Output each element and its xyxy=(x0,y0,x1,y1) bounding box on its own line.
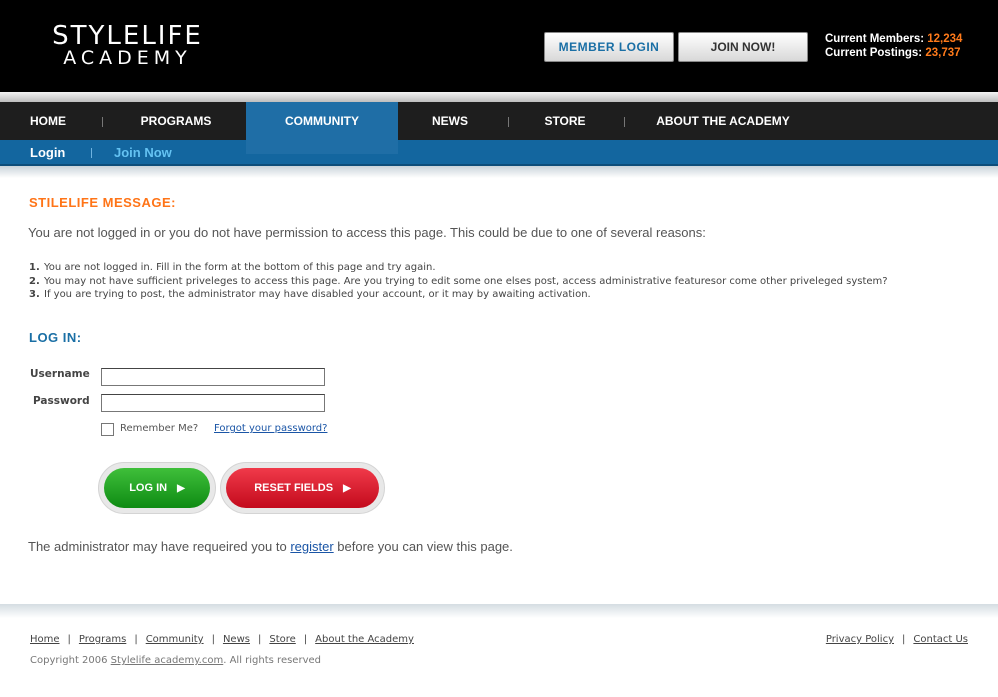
reason-number: 3. xyxy=(29,289,40,300)
arrow-right-icon: ▶ xyxy=(177,483,185,494)
member-login-button[interactable]: MEMBER LOGIN xyxy=(544,32,674,62)
logo-line2: ACADEMY xyxy=(63,47,192,69)
admin-note: The administrator may have requeired you… xyxy=(28,539,513,554)
password-label: Password xyxy=(33,395,90,407)
site-logo[interactable]: STYLELIFE ACADEMY xyxy=(30,21,225,69)
nav-programs[interactable]: PROGRAMS xyxy=(108,102,244,140)
nav-divider xyxy=(508,117,509,127)
login-button-label: LOG IN xyxy=(129,482,168,494)
nav-home[interactable]: HOME xyxy=(0,102,96,140)
join-now-button[interactable]: JOIN NOW! xyxy=(678,32,808,62)
reason-text: If you are trying to post, the administr… xyxy=(44,289,591,300)
reasons-list: 1. You are not logged in. Fill in the for… xyxy=(29,261,888,302)
footer-link-home[interactable]: Home xyxy=(30,634,60,645)
copyright: Copyright 2006 Stylelife academy.com. Al… xyxy=(30,655,321,666)
footer-link-community[interactable]: Community xyxy=(146,634,204,645)
footer-separator: | xyxy=(67,634,71,645)
login-title: LOG IN: xyxy=(29,330,82,345)
members-label: Current Members: xyxy=(825,33,925,45)
admin-note-text-end: before you can view this page. xyxy=(333,539,513,554)
footer-separator: | xyxy=(257,634,262,645)
sub-nav: Login Join Now xyxy=(0,140,998,166)
forgot-password-link[interactable]: Forgot your password? xyxy=(214,423,327,434)
footer-link-news[interactable]: News xyxy=(223,634,250,645)
remember-me-checkbox[interactable] xyxy=(101,423,114,436)
site-stats: Current Members: 12,234 Current Postings… xyxy=(825,32,962,60)
message-title: STILELIFE MESSAGE: xyxy=(29,195,176,210)
nav-community-active-tab[interactable]: COMMUNITY xyxy=(246,102,398,154)
footer-separator: | xyxy=(902,634,906,645)
contact-us-link[interactable]: Contact Us xyxy=(913,634,968,645)
postings-label: Current Postings: xyxy=(825,47,923,59)
footer-link-programs[interactable]: Programs xyxy=(79,634,126,645)
subnav-login[interactable]: Login xyxy=(30,145,65,160)
members-count: 12,234 xyxy=(927,33,963,45)
list-item: 3. If you are trying to post, the adminis… xyxy=(29,288,888,302)
arrow-right-icon: ▶ xyxy=(343,483,351,494)
postings-count: 23,737 xyxy=(925,47,961,59)
login-button-frame: LOG IN ▶ xyxy=(98,462,216,514)
logo-line1: STYLELIFE xyxy=(52,21,203,51)
admin-note-text: The administrator may have requeired you… xyxy=(28,539,291,554)
footer-link-store[interactable]: Store xyxy=(269,634,295,645)
footer-separator: | xyxy=(303,634,308,645)
footer-separator: | xyxy=(211,634,215,645)
copyright-site-link[interactable]: Stylelife academy.com xyxy=(111,655,224,666)
copyright-prefix: Copyright 2006 xyxy=(30,655,111,666)
footer-legal-links: Privacy Policy | Contact Us xyxy=(826,634,968,645)
footer-divider xyxy=(0,604,998,618)
footer-separator: | xyxy=(134,634,138,645)
reason-text: You are not logged in. Fill in the form … xyxy=(44,262,436,273)
subnav-join-now[interactable]: Join Now xyxy=(114,145,172,160)
nav-divider xyxy=(624,117,625,127)
footer-link-about[interactable]: About the Academy xyxy=(315,634,414,645)
privacy-policy-link[interactable]: Privacy Policy xyxy=(826,634,894,645)
nav-store[interactable]: STORE xyxy=(514,102,616,140)
login-button[interactable]: LOG IN ▶ xyxy=(104,468,210,508)
reason-text: You may not have sufficient priveleges t… xyxy=(44,275,888,287)
reset-button-frame: RESET FIELDS ▶ xyxy=(220,462,385,514)
username-input[interactable] xyxy=(101,368,325,386)
list-item: 1. You are not logged in. Fill in the for… xyxy=(29,261,888,275)
reason-number: 2. xyxy=(29,275,40,287)
password-input[interactable] xyxy=(101,394,325,412)
reset-fields-button[interactable]: RESET FIELDS ▶ xyxy=(226,468,379,508)
copyright-suffix: . All rights reserved xyxy=(223,655,321,666)
nav-top-bevel xyxy=(0,92,998,102)
main-nav: HOME PROGRAMS COMMUNITY NEWS STORE ABOUT… xyxy=(0,102,998,154)
reset-button-label: RESET FIELDS xyxy=(254,482,334,494)
footer-nav: Home | Programs | Community | News | Store | About… xyxy=(30,634,414,645)
register-link[interactable]: register xyxy=(290,539,333,554)
remember-me-label: Remember Me? xyxy=(120,423,199,434)
subnav-divider xyxy=(91,148,92,158)
nav-divider xyxy=(102,117,103,127)
message-text: You are not logged in or you do not have… xyxy=(28,225,706,240)
subnav-shadow xyxy=(0,166,998,178)
username-label: Username xyxy=(30,368,90,380)
list-item: 2. You may not have sufficient priveleges… xyxy=(29,275,888,289)
reason-number: 1. xyxy=(29,262,40,273)
nav-about[interactable]: ABOUT THE ACADEMY xyxy=(630,102,816,140)
site-header: STYLELIFE ACADEMY MEMBER LOGIN JOIN NOW!… xyxy=(0,0,998,92)
nav-news[interactable]: NEWS xyxy=(398,102,502,140)
